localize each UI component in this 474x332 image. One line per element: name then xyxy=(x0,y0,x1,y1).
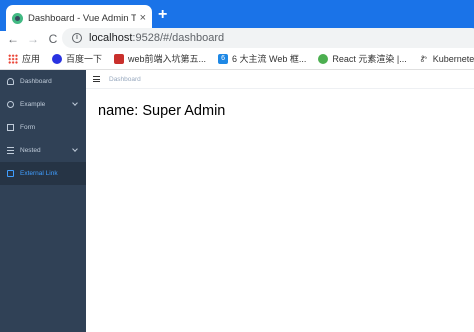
bookmark-csdn[interactable]: web前端入坑第五... xyxy=(114,52,206,65)
bookmark-label: 百度一下 xyxy=(66,54,103,64)
address-bar[interactable]: i localhost:9528/#/dashboard xyxy=(62,28,474,48)
browser-tab-strip: Dashboard - Vue Admin Temp × + xyxy=(0,0,474,31)
sidebar-item-label: Nested xyxy=(20,147,41,154)
sidebar-item-nested[interactable]: Nested xyxy=(0,139,86,162)
sidebar-item-dashboard[interactable]: Dashboard xyxy=(0,70,86,93)
bookmark-label: Kubernetes部署Ka... xyxy=(432,54,474,64)
sidebar: Dashboard Example Form Nested External L… xyxy=(0,70,86,332)
sidebar-item-label: External Link xyxy=(20,170,58,177)
bookmark-react[interactable]: React 元素渲染 |... xyxy=(318,52,407,65)
sidebar-item-label: Dashboard xyxy=(20,78,52,85)
address-url: localhost:9528/#/dashboard xyxy=(89,32,224,44)
bookmark-apps[interactable]: 应用 xyxy=(8,52,40,65)
dashboard-name-text: name: Super Admin xyxy=(98,103,226,119)
url-host: localhost xyxy=(89,32,133,44)
bookmark-web-frameworks[interactable]: 6 6 大主流 Web 框... xyxy=(218,52,306,65)
site-info-icon[interactable]: i xyxy=(72,33,82,43)
bookmark-baidu[interactable]: 百度一下 xyxy=(52,52,102,65)
sidebar-item-label: Example xyxy=(20,101,46,108)
browser-toolbar: ← → C i localhost:9528/#/dashboard xyxy=(0,28,474,48)
bookmark-label: 6 大主流 Web 框... xyxy=(232,54,307,64)
main-content: name: Super Admin xyxy=(86,89,474,332)
hamburger-icon[interactable] xyxy=(93,76,100,82)
six-icon: 6 xyxy=(218,53,229,64)
bookmark-label: web前端入坑第五... xyxy=(128,54,207,64)
bookmark-label: React 元素渲染 |... xyxy=(332,54,407,64)
form-icon xyxy=(7,124,14,131)
new-tab-button[interactable]: + xyxy=(158,6,167,24)
sidebar-item-external-link[interactable]: External Link xyxy=(0,162,86,185)
external-link-icon xyxy=(7,170,14,177)
sidebar-item-form[interactable]: Form xyxy=(0,116,86,139)
react-icon xyxy=(318,53,329,64)
csdn-icon xyxy=(114,53,125,64)
baidu-paw-icon xyxy=(52,53,63,64)
reload-icon[interactable]: C xyxy=(46,31,60,47)
bookmark-label: 应用 xyxy=(22,54,41,64)
sidebar-item-label: Form xyxy=(20,124,36,131)
chevron-down-icon xyxy=(72,100,78,106)
apps-grid-icon xyxy=(8,53,18,64)
nested-icon xyxy=(7,147,14,154)
vue-favicon-icon xyxy=(12,12,23,24)
tab-title: Dashboard - Vue Admin Temp xyxy=(28,12,136,24)
tab-close-icon[interactable]: × xyxy=(140,12,146,24)
back-arrow-icon[interactable]: ← xyxy=(6,31,20,47)
breadcrumb[interactable]: Dashboard xyxy=(109,76,141,83)
chevron-down-icon xyxy=(72,146,78,152)
bookmark-kubernetes[interactable]: Ꮡ Kubernetes部署Ka... xyxy=(419,52,474,65)
sidebar-item-example[interactable]: Example xyxy=(0,93,86,116)
dashboard-icon xyxy=(7,78,14,85)
forward-arrow-icon[interactable]: → xyxy=(26,31,40,47)
k8s-icon: Ꮡ xyxy=(420,53,427,64)
example-icon xyxy=(7,101,14,108)
bookmarks-bar: 应用 百度一下 web前端入坑第五... 6 6 大主流 Web 框... Re… xyxy=(0,48,474,70)
url-path: :9528/#/dashboard xyxy=(132,32,225,44)
navbar: Dashboard xyxy=(86,70,474,89)
